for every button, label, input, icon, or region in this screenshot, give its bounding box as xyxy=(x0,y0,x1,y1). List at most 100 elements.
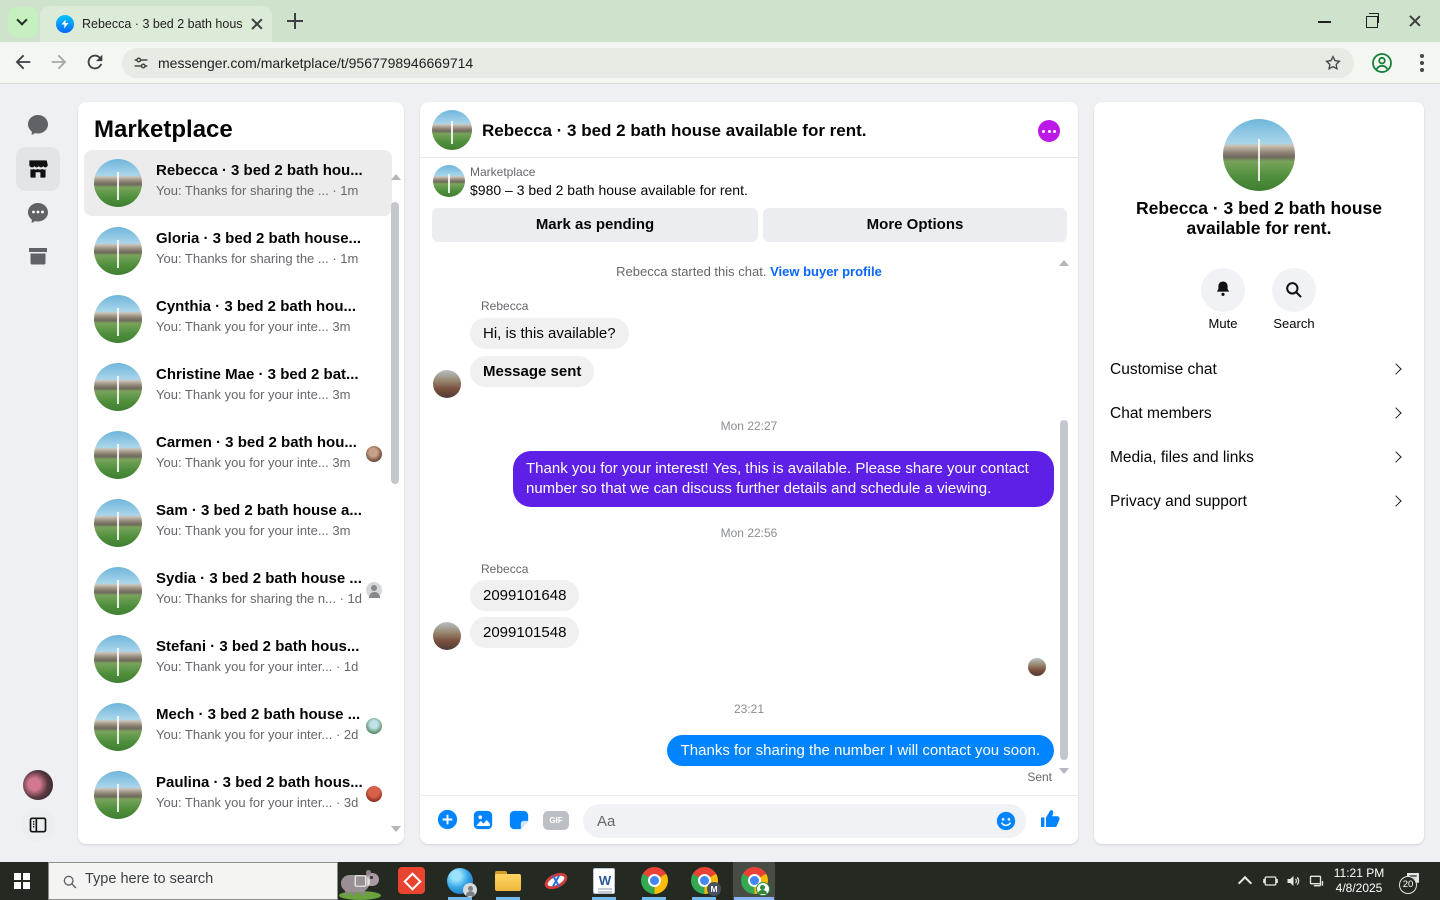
scroll-down-arrow[interactable] xyxy=(391,826,401,832)
chat-list-item-cynthia[interactable]: Cynthia · 3 bed 2 bath hou... You: Thank… xyxy=(84,286,392,352)
tray-expand-icon[interactable] xyxy=(1237,875,1253,891)
chrome-icon[interactable] xyxy=(632,862,676,900)
bookmark-star-icon[interactable] xyxy=(1324,54,1342,77)
browser-profile-icon[interactable] xyxy=(1370,51,1394,75)
chat-preview: You: Thank you for your inte... 3m xyxy=(156,523,351,538)
chats-icon[interactable] xyxy=(26,113,50,137)
taskbar-search-input[interactable] xyxy=(85,871,275,887)
forward-button[interactable] xyxy=(48,51,72,75)
mark-as-pending-button[interactable]: Mark as pending xyxy=(432,208,758,242)
new-tab-button[interactable] xyxy=(284,10,306,32)
more-options-button[interactable]: More Options xyxy=(763,208,1067,242)
chat-name: Mech · 3 bed 2 bath house ... xyxy=(156,706,361,723)
attach-plus-icon[interactable] xyxy=(437,809,458,835)
listing-title: $980 – 3 bed 2 bath house available for … xyxy=(470,182,748,198)
media-files-links-row[interactable]: Media, files and links xyxy=(1094,436,1424,480)
chevron-right-icon xyxy=(1390,495,1402,507)
seen-avatar xyxy=(366,718,382,734)
browser-tab[interactable]: Rebecca · 3 bed 2 bath house a xyxy=(40,6,272,42)
view-buyer-profile-link[interactable]: View buyer profile xyxy=(770,264,882,279)
taskbar-clock[interactable]: 11:21 PM 4/8/2025 xyxy=(1322,866,1396,896)
message-input[interactable] xyxy=(583,804,1026,838)
chat-preview: You: Thanks for sharing the ... · 1m xyxy=(156,251,359,266)
clock-date: 4/8/2025 xyxy=(1335,881,1383,895)
chrome-active-icon[interactable] xyxy=(733,862,775,900)
site-settings-icon[interactable] xyxy=(132,54,150,77)
search-in-chat-button[interactable] xyxy=(1272,268,1316,312)
privacy-support-row[interactable]: Privacy and support xyxy=(1094,480,1424,524)
row-label: Customise chat xyxy=(1110,361,1217,378)
sender-avatar xyxy=(433,370,461,398)
thumbs-up-icon[interactable] xyxy=(1039,807,1063,836)
mute-button[interactable] xyxy=(1201,268,1245,312)
taskbar-search[interactable] xyxy=(48,862,381,900)
address-bar[interactable]: messenger.com/marketplace/t/956779894666… xyxy=(122,48,1354,78)
incoming-message[interactable]: Hi, is this available? xyxy=(470,318,629,349)
tab-close-icon[interactable] xyxy=(250,17,264,31)
user-avatar[interactable] xyxy=(23,770,53,800)
image-icon[interactable] xyxy=(472,809,494,836)
word-icon[interactable]: W xyxy=(582,862,626,900)
chat-preview: You: Thanks for sharing the ... · 1m xyxy=(156,183,359,198)
browser-toolbar: messenger.com/marketplace/t/956779894666… xyxy=(0,42,1440,84)
chat-name: Christine Mae · 3 bed 2 bat... xyxy=(156,366,359,383)
message-requests-icon[interactable] xyxy=(26,201,50,225)
seen-avatar xyxy=(366,786,382,802)
chat-list-item-rebecca[interactable]: Rebecca · 3 bed 2 bath hou... You: Thank… xyxy=(84,150,392,216)
archive-icon[interactable] xyxy=(26,244,50,268)
timestamp-divider: Mon 22:56 xyxy=(720,526,778,540)
sender-label: Rebecca xyxy=(481,299,529,313)
sent-status: Sent xyxy=(1027,770,1052,784)
mute-label: Mute xyxy=(1208,316,1238,331)
scroll-up-arrow[interactable] xyxy=(391,174,401,180)
chat-list-item-sydia[interactable]: Sydia · 3 bed 2 bath house ... You: Than… xyxy=(84,558,392,624)
conversation-menu-icon[interactable] xyxy=(1038,120,1060,142)
sidebar-toggle-button[interactable] xyxy=(21,808,55,842)
browser-menu-icon[interactable] xyxy=(1420,52,1424,74)
tray-volume-icon[interactable] xyxy=(1285,873,1302,894)
conversation-scrollbar[interactable] xyxy=(1060,420,1068,760)
sticker-icon[interactable] xyxy=(508,809,530,836)
word-letter: W xyxy=(598,873,612,888)
profile-green-badge xyxy=(756,882,770,896)
system-note: Rebecca started this chat. View buyer pr… xyxy=(420,264,1078,279)
tab-search-button[interactable] xyxy=(8,7,38,37)
start-button[interactable] xyxy=(14,873,30,889)
outgoing-message[interactable]: Thanks for sharing the number I will con… xyxy=(666,735,1054,766)
window-close-button[interactable] xyxy=(1408,14,1426,32)
chat-name: Cynthia · 3 bed 2 bath hou... xyxy=(156,298,357,315)
chat-list-item-stefani[interactable]: Stefani · 3 bed 2 bath hous... You: Than… xyxy=(84,626,392,692)
emoji-icon[interactable] xyxy=(996,811,1016,836)
window-restore-button[interactable] xyxy=(1362,12,1380,30)
window-minimize-button[interactable] xyxy=(1316,12,1334,30)
chat-list-item-mech[interactable]: Mech · 3 bed 2 bath house ... You: Thank… xyxy=(84,694,392,760)
chat-list-item-carmen[interactable]: Carmen · 3 bed 2 bath hou... You: Thank … xyxy=(84,422,392,488)
customise-chat-row[interactable]: Customise chat xyxy=(1094,348,1424,392)
snipping-tool-icon[interactable] xyxy=(534,862,578,900)
chat-list-item-gloria[interactable]: Gloria · 3 bed 2 bath house... You: Than… xyxy=(84,218,392,284)
chat-list-item-christine[interactable]: Christine Mae · 3 bed 2 bat... You: Than… xyxy=(84,354,392,420)
listing-avatar xyxy=(94,499,142,547)
scroll-up-arrow[interactable] xyxy=(1059,260,1069,266)
chat-list-scrollbar[interactable] xyxy=(391,202,399,484)
conversation-avatar[interactable] xyxy=(432,110,472,150)
browser-tab-strip: Rebecca · 3 bed 2 bath house a xyxy=(0,0,1440,42)
red-app-icon[interactable] xyxy=(390,862,434,900)
file-explorer-icon[interactable] xyxy=(486,862,530,900)
edge-icon[interactable] xyxy=(438,862,482,900)
marketplace-tab-selected[interactable] xyxy=(16,147,60,191)
back-button[interactable] xyxy=(12,51,36,75)
chrome-profile-m-icon[interactable]: M xyxy=(682,862,726,900)
chat-list-item-paulina[interactable]: Paulina · 3 bed 2 bath hous... You: Than… xyxy=(84,762,392,828)
chat-list-item-sam[interactable]: Sam · 3 bed 2 bath house a... You: Thank… xyxy=(84,490,392,556)
scroll-down-arrow[interactable] xyxy=(1059,768,1069,774)
reload-button[interactable] xyxy=(84,51,108,75)
tray-display-icon[interactable] xyxy=(1262,873,1279,894)
incoming-message[interactable]: Message sent xyxy=(470,356,595,387)
task-view-button[interactable] xyxy=(340,862,384,900)
incoming-message[interactable]: 2099101648 xyxy=(470,580,580,611)
outgoing-message[interactable]: Thank you for your interest! Yes, this i… xyxy=(513,451,1054,507)
gif-icon[interactable]: GIF xyxy=(543,811,569,830)
incoming-message[interactable]: 2099101548 xyxy=(470,617,580,648)
chat-members-row[interactable]: Chat members xyxy=(1094,392,1424,436)
